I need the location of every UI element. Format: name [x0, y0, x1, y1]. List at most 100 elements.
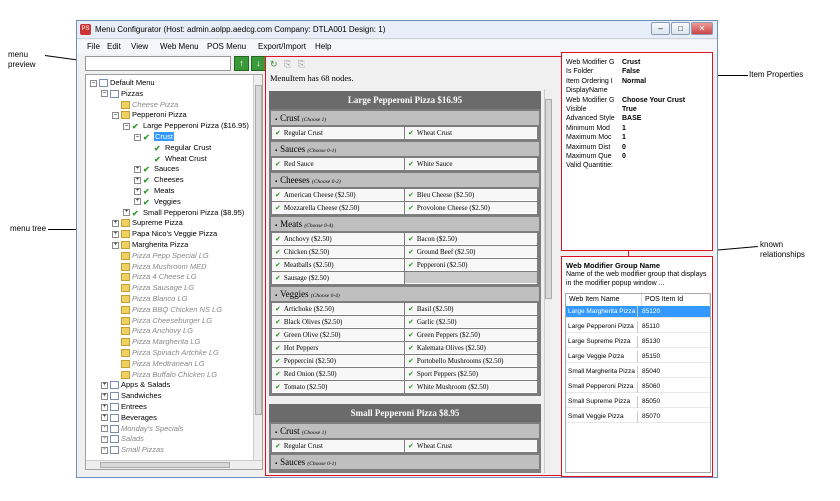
tree-hscroll-thumb[interactable]	[100, 462, 230, 468]
tree-node[interactable]: Pizza Mushroom MED	[112, 262, 207, 272]
tree-node[interactable]: + Small Pizzas	[101, 445, 164, 455]
property-row[interactable]: Item Ordering I Normal	[566, 77, 710, 86]
expand-icon[interactable]: +	[101, 392, 108, 400]
menu-pos-menu[interactable]: POS Menu	[207, 42, 246, 51]
menu-web-menu[interactable]: Web Menu	[160, 42, 199, 51]
table-row[interactable]: Small Margherita Pizza 85040	[566, 366, 710, 378]
modifier-option[interactable]: ✔ Tomato ($2.50)	[272, 381, 404, 393]
tree-node[interactable]: + ✔ Cheeses	[134, 175, 184, 185]
expand-icon[interactable]: +	[101, 435, 108, 443]
modifier-option[interactable]: ✔ Provolone Cheese ($2.50)	[405, 202, 537, 214]
table-row[interactable]: Large Supreme Pizza 85130	[566, 336, 710, 348]
property-row[interactable]: Maximum Moc 1	[566, 133, 710, 142]
property-value[interactable]: Choose Your Crust	[622, 96, 685, 105]
tree-node[interactable]: Pizza Sausage LG	[112, 283, 194, 293]
tree-search-input[interactable]	[85, 56, 231, 71]
expand-icon[interactable]: +	[101, 381, 108, 389]
modifier-option[interactable]: ✔ Portobello Mushrooms ($2.50)	[405, 355, 537, 367]
expand-icon[interactable]: +	[101, 446, 108, 454]
tree-node[interactable]: Pizza Pepp Special LG	[112, 251, 209, 261]
tree-node[interactable]: + Entrees	[101, 402, 147, 412]
modifier-option[interactable]: ✔ Black Olives ($2.50)	[272, 316, 404, 328]
modifier-option[interactable]: ✔ Anchovy ($2.50)	[272, 233, 404, 245]
tree-node[interactable]: Pizza Cheeseburger LG	[112, 316, 212, 326]
property-row[interactable]: Valid Quantitie:	[566, 161, 710, 170]
tree-node[interactable]: + Monday's Specials	[101, 424, 183, 434]
modifier-option[interactable]: ✔ Garlic ($2.50)	[405, 316, 537, 328]
tree-node[interactable]: Pizza BBQ Chicken NS LG	[112, 305, 222, 315]
modifier-option[interactable]: ✔ Pepperoni ($2.50)	[405, 259, 537, 271]
tree-node[interactable]: + Papa Nico's Veggie Pizza	[112, 229, 217, 239]
property-row[interactable]: Maximum Que 0	[566, 152, 710, 161]
property-value[interactable]: BASE	[622, 114, 641, 123]
tree-vertical-scrollbar[interactable]	[253, 75, 262, 460]
tree-node[interactable]: + Beverages	[101, 413, 157, 423]
tree-node[interactable]: Pizza Anchovy LG	[112, 326, 193, 336]
modifier-option[interactable]: ✔ Peppercini ($2.50)	[272, 355, 404, 367]
tree-node[interactable]: Pizza 4 Cheese LG	[112, 272, 197, 282]
tree-scroll-thumb[interactable]	[255, 85, 262, 415]
tree-node[interactable]: – Default Menu	[90, 78, 155, 88]
modifier-option[interactable]: ✔ Hot Peppers	[272, 342, 404, 354]
expand-icon[interactable]: +	[123, 209, 130, 217]
property-row[interactable]: Visible True	[566, 105, 710, 114]
table-row[interactable]: Small Veggie Pizza 85070	[566, 411, 710, 423]
expand-icon[interactable]: +	[112, 241, 119, 249]
modifier-option[interactable]: ✔ Sausage ($2.50)	[272, 272, 404, 284]
expand-icon[interactable]: +	[112, 230, 119, 238]
paste-icon[interactable]: ⎘	[298, 59, 305, 69]
preview-scroll-thumb[interactable]	[545, 99, 552, 299]
move-down-button[interactable]: ↓	[251, 56, 266, 71]
expand-icon[interactable]: +	[134, 187, 141, 195]
tree-node[interactable]: Cheese Pizza	[112, 100, 178, 110]
modifier-option[interactable]: ✔ White Mushroom ($2.50)	[405, 381, 537, 393]
table-row[interactable]: Small Supreme Pizza 85050	[566, 396, 710, 408]
tree-node[interactable]: – ✔ Large Pepperoni Pizza ($16.95)	[123, 121, 249, 131]
collapse-icon[interactable]: –	[112, 111, 119, 119]
modifier-option[interactable]: ✔ Green Olive ($2.50)	[272, 329, 404, 341]
modifier-option[interactable]: ✔ Basil ($2.50)	[405, 303, 537, 315]
tree-node[interactable]: Pizza Buffalo Chicken LG	[112, 370, 217, 380]
close-button[interactable]: ✕	[691, 22, 713, 35]
modifier-option[interactable]: ✔ Red Onion ($2.50)	[272, 368, 404, 380]
modifier-option[interactable]: ✔ Sport Peppers ($2.50)	[405, 368, 537, 380]
modifier-option[interactable]: ✔ Wheat Crust	[405, 127, 537, 139]
property-row[interactable]: Maximum Dist 0	[566, 143, 710, 152]
tree-node[interactable]: + Margherita Pizza	[112, 240, 188, 250]
tree-node[interactable]: – Pizzas	[101, 89, 143, 99]
modifier-option[interactable]: ✔ Regular Crust	[272, 440, 404, 452]
menu-view[interactable]: View	[131, 42, 148, 51]
property-value[interactable]: 0	[622, 143, 626, 152]
tree-node[interactable]: Pizza Margherita LG	[112, 337, 200, 347]
menu-file[interactable]: File	[87, 42, 100, 51]
move-up-button[interactable]: ↑	[234, 56, 249, 71]
table-row[interactable]: Large Veggie Pizza 85150	[566, 351, 710, 363]
tree-node[interactable]: + ✔ Veggies	[134, 197, 181, 207]
property-row[interactable]: DisplayName	[566, 86, 710, 95]
property-value[interactable]: 1	[622, 133, 626, 142]
column-header-pos-item-id[interactable]: POS Item Id	[642, 294, 710, 305]
tree-node[interactable]: – ✔ Crust	[134, 132, 174, 142]
property-row[interactable]: Minimum Mod 1	[566, 124, 710, 133]
collapse-icon[interactable]: –	[90, 79, 97, 87]
menu-edit[interactable]: Edit	[107, 42, 121, 51]
tree-node[interactable]: Pizza Spinach Artchke LG	[112, 348, 219, 358]
tree-node[interactable]: Pizza Blanco LG	[112, 294, 187, 304]
property-value[interactable]: 0	[622, 152, 626, 161]
modifier-option[interactable]: ✔ Artichoke ($2.50)	[272, 303, 404, 315]
expand-icon[interactable]: +	[101, 414, 108, 422]
collapse-icon[interactable]: –	[123, 122, 130, 130]
collapse-icon[interactable]: –	[134, 133, 141, 141]
maximize-button[interactable]: □	[671, 22, 690, 35]
menu-tree[interactable]: – Default Menu – Pizzas Cheese Pizza – Peppero…	[85, 74, 263, 470]
modifier-option[interactable]: ✔ Regular Crust	[272, 127, 404, 139]
modifier-option[interactable]: ✔ Bleu Cheese ($2.50)	[405, 189, 537, 201]
menu-export-import[interactable]: Export/Import	[258, 42, 306, 51]
property-value[interactable]: False	[622, 67, 640, 76]
preview-vertical-scrollbar[interactable]	[544, 89, 552, 473]
expand-icon[interactable]: +	[101, 425, 108, 433]
tree-node[interactable]: + ✔ Small Pepperoni Pizza ($8.95)	[123, 208, 244, 218]
property-value[interactable]: Normal	[622, 77, 646, 86]
tree-node[interactable]: + ✔ Sauces	[134, 164, 179, 174]
property-value[interactable]: 1	[622, 124, 626, 133]
